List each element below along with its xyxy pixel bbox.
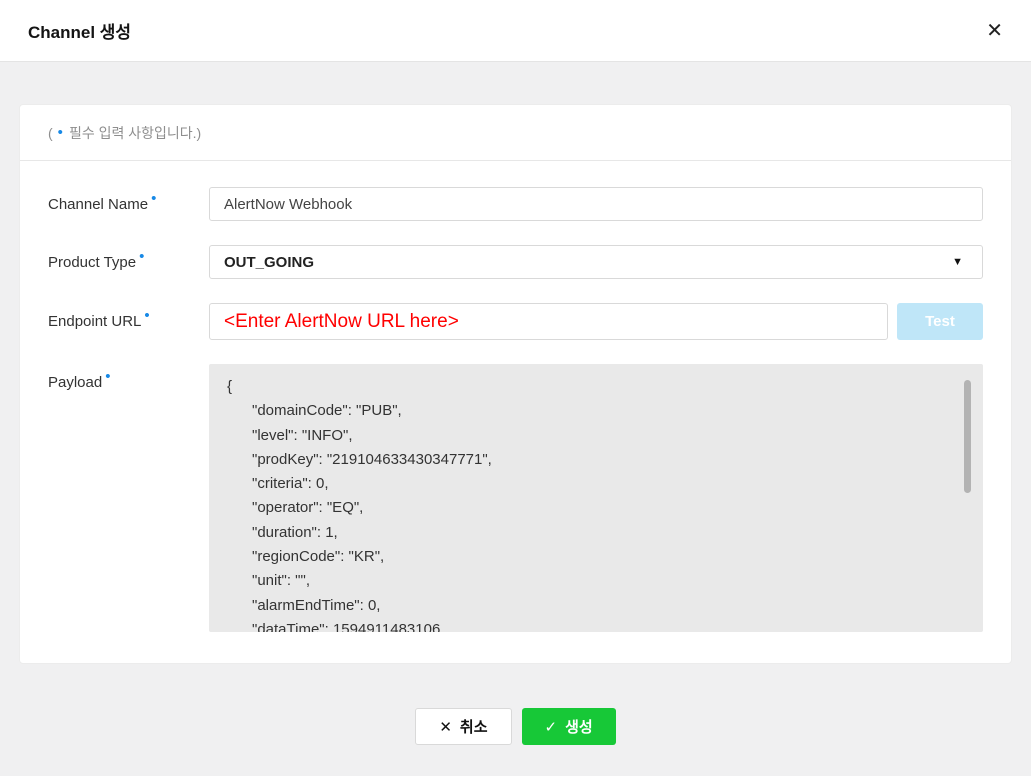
test-button[interactable]: Test — [897, 303, 983, 340]
channel-name-row: Channel Name• — [48, 187, 983, 221]
payload-label-text: Payload — [48, 374, 102, 391]
chevron-down-icon: ▼ — [952, 256, 963, 268]
required-dot-icon: • — [105, 368, 110, 385]
required-dot-icon: • — [151, 190, 156, 207]
payload-json-text: { "domainCode": "PUB", "level": "INFO", … — [209, 364, 983, 632]
product-type-label: Product Type• — [48, 254, 209, 271]
payload-field: { "domainCode": "PUB", "level": "INFO", … — [209, 364, 983, 632]
endpoint-url-row: Endpoint URL• Test — [48, 303, 983, 340]
required-dot-icon: • — [58, 124, 63, 141]
channel-form: Channel Name• Product Type• OUT_GOING ▼ — [20, 161, 1011, 632]
x-icon: ✕ — [439, 718, 452, 736]
channel-name-label: Channel Name• — [48, 196, 209, 213]
product-type-label-text: Product Type — [48, 254, 136, 271]
payload-textarea[interactable]: { "domainCode": "PUB", "level": "INFO", … — [209, 364, 983, 632]
product-type-field: OUT_GOING ▼ — [209, 245, 983, 279]
payload-label: Payload• — [48, 364, 209, 391]
check-icon: ✓ — [545, 718, 558, 736]
endpoint-url-label-text: Endpoint URL — [48, 313, 141, 330]
modal-title: Channel 생성 — [28, 18, 131, 43]
channel-create-modal: Channel 생성 ✕ ( • 필수 입력 사항입니다.) Channel N… — [0, 0, 1031, 745]
endpoint-url-input[interactable] — [209, 303, 888, 340]
endpoint-url-label: Endpoint URL• — [48, 313, 209, 330]
product-type-select[interactable]: OUT_GOING ▼ — [209, 245, 983, 279]
product-type-value: OUT_GOING — [224, 254, 314, 271]
channel-name-field — [209, 187, 983, 221]
required-note-text: 필수 입력 사항입니다.) — [69, 123, 201, 143]
close-icon[interactable]: ✕ — [984, 19, 1005, 43]
cancel-button-label: 취소 — [460, 716, 488, 737]
form-card: ( • 필수 입력 사항입니다.) Channel Name• Product … — [19, 104, 1012, 664]
create-button[interactable]: ✓ 생성 — [522, 708, 616, 745]
modal-header: Channel 생성 ✕ — [0, 0, 1031, 62]
modal-footer: ✕ 취소 ✓ 생성 — [0, 708, 1031, 745]
required-dot-icon: • — [144, 307, 149, 324]
required-note-prefix: ( — [48, 125, 53, 141]
endpoint-url-field: Test — [209, 303, 983, 340]
create-button-label: 생성 — [565, 716, 593, 737]
required-note: ( • 필수 입력 사항입니다.) — [20, 105, 1011, 161]
payload-scrollbar[interactable] — [964, 380, 971, 493]
channel-name-label-text: Channel Name — [48, 196, 148, 213]
channel-name-input[interactable] — [209, 187, 983, 221]
payload-row: Payload• { "domainCode": "PUB", "level":… — [48, 364, 983, 632]
product-type-row: Product Type• OUT_GOING ▼ — [48, 245, 983, 279]
required-dot-icon: • — [139, 248, 144, 265]
cancel-button[interactable]: ✕ 취소 — [415, 708, 511, 745]
